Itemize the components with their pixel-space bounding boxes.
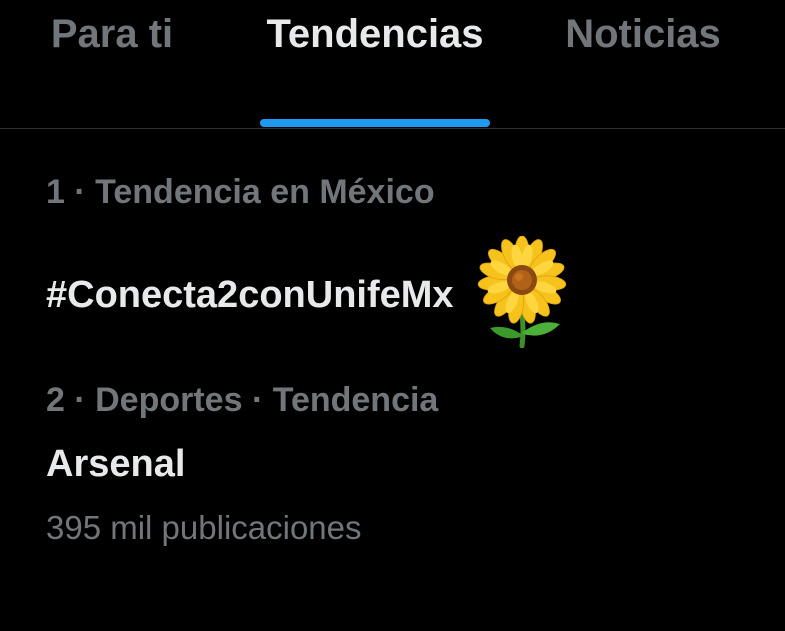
tab-bar: Para ti Tendencias Noticias bbox=[0, 0, 785, 129]
trend-item-1[interactable]: 1 · Tendencia en México #Conecta2conUnif… bbox=[46, 172, 766, 349]
trend-title: Arsenal bbox=[46, 443, 186, 485]
trend-meta: 2 · Deportes · Tendencia bbox=[46, 381, 439, 419]
trend-post-count: 395 mil publicaciones bbox=[46, 509, 362, 546]
sunflower-icon bbox=[472, 235, 572, 358]
tab-para-ti[interactable]: Para ti bbox=[20, 0, 204, 128]
active-tab-indicator bbox=[260, 119, 490, 127]
trend-meta: 1 · Tendencia en México bbox=[46, 173, 435, 211]
trend-item-2[interactable]: 2 · Deportes · Tendencia Arsenal 395 mil… bbox=[46, 380, 766, 570]
tab-noticias[interactable]: Noticias bbox=[540, 0, 746, 128]
tab-para-ti-label: Para ti bbox=[50, 11, 174, 56]
tab-tendencias[interactable]: Tendencias bbox=[246, 0, 504, 128]
tab-noticias-label: Noticias bbox=[565, 11, 721, 56]
trend-title-row: Arsenal bbox=[46, 442, 766, 486]
trend-title: #Conecta2conUnifeMx bbox=[46, 274, 454, 316]
trend-title-row: #Conecta2conUnifeMx bbox=[46, 234, 766, 356]
tab-tendencias-label: Tendencias bbox=[266, 11, 484, 56]
